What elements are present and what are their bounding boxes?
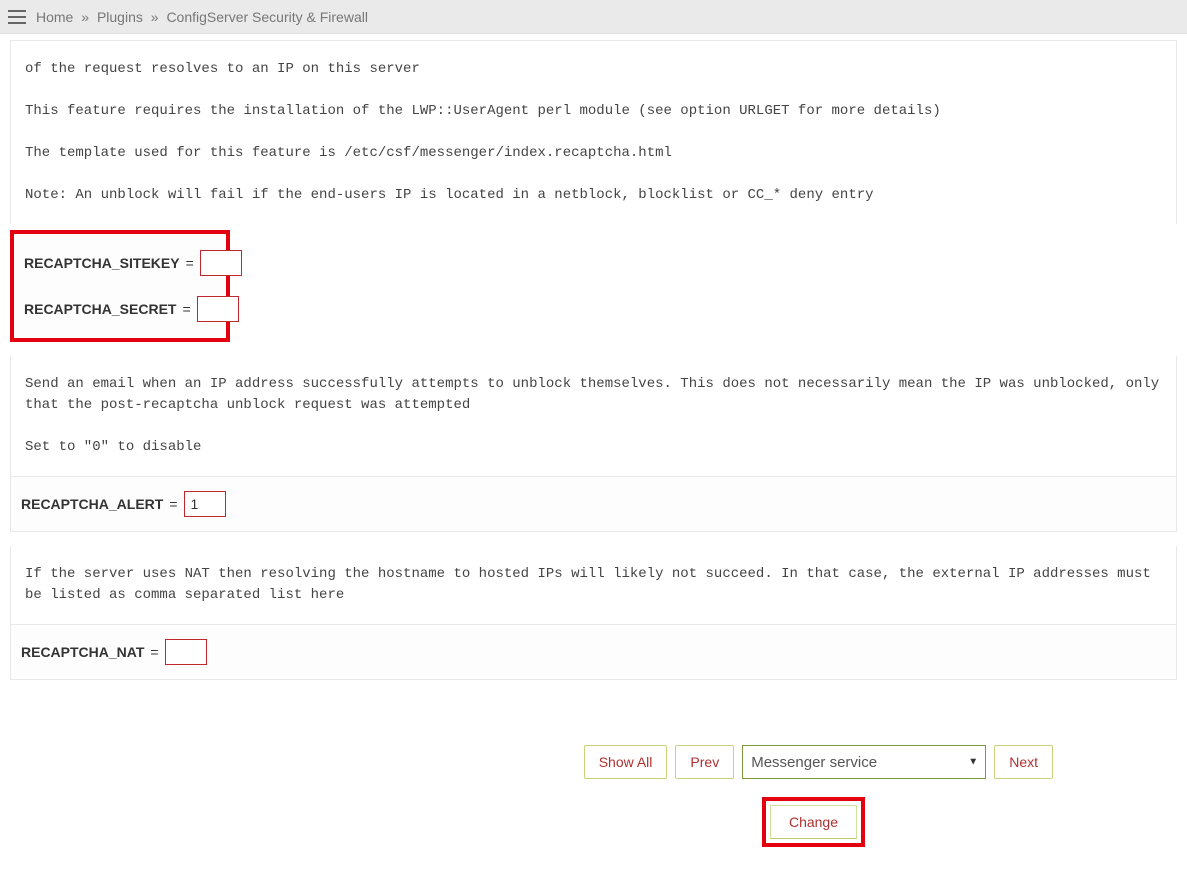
input-recaptcha-secret[interactable] xyxy=(197,296,239,322)
breadcrumb-plugins[interactable]: Plugins xyxy=(97,9,143,25)
field-recaptcha-secret: RECAPTCHA_SECRET = xyxy=(18,286,222,332)
nav-row: Show All Prev Messenger service ▼ Next xyxy=(10,745,1177,779)
input-recaptcha-nat[interactable] xyxy=(165,639,207,665)
breadcrumb-home[interactable]: Home xyxy=(36,9,73,25)
label-recaptcha-nat: RECAPTCHA_NAT xyxy=(21,644,144,660)
label-recaptcha-alert: RECAPTCHA_ALERT xyxy=(21,496,163,512)
input-recaptcha-sitekey[interactable] xyxy=(200,250,242,276)
prev-button[interactable]: Prev xyxy=(675,745,734,779)
content-area: of the request resolves to an IP on this… xyxy=(0,40,1187,887)
desc-recaptcha-alert: Send an email when an IP address success… xyxy=(11,356,1176,477)
section-recaptcha-alert: Send an email when an IP address success… xyxy=(10,356,1177,532)
section-select-wrap: Messenger service ▼ xyxy=(742,745,986,779)
show-all-button[interactable]: Show All xyxy=(584,745,668,779)
breadcrumb-current: ConfigServer Security & Firewall xyxy=(166,9,368,25)
top-bar: Home » Plugins » ConfigServer Security &… xyxy=(0,0,1187,34)
desc-recaptcha-nat: If the server uses NAT then resolving th… xyxy=(11,546,1176,625)
next-button[interactable]: Next xyxy=(994,745,1053,779)
section-select[interactable]: Messenger service xyxy=(742,745,986,779)
label-recaptcha-secret: RECAPTCHA_SECRET xyxy=(24,301,176,317)
desc-recaptcha-keys: of the request resolves to an IP on this… xyxy=(11,41,1176,224)
section-recaptcha-nat: If the server uses NAT then resolving th… xyxy=(10,546,1177,680)
change-row: Change xyxy=(10,797,1177,847)
field-recaptcha-sitekey: RECAPTCHA_SITEKEY = xyxy=(18,240,222,286)
input-recaptcha-alert[interactable] xyxy=(184,491,226,517)
equals-sign: = xyxy=(182,301,190,317)
highlight-recaptcha-keys: RECAPTCHA_SITEKEY = RECAPTCHA_SECRET = xyxy=(10,230,230,342)
equals-sign: = xyxy=(150,644,158,660)
equals-sign: = xyxy=(186,255,194,271)
highlight-change-button: Change xyxy=(762,797,865,847)
label-recaptcha-sitekey: RECAPTCHA_SITEKEY xyxy=(24,255,180,271)
breadcrumb-sep: » xyxy=(81,9,89,25)
field-recaptcha-nat: RECAPTCHA_NAT = xyxy=(11,625,1176,679)
breadcrumb-sep: » xyxy=(151,9,159,25)
equals-sign: = xyxy=(169,496,177,512)
field-recaptcha-alert: RECAPTCHA_ALERT = xyxy=(11,477,1176,531)
breadcrumb: Home » Plugins » ConfigServer Security &… xyxy=(36,9,368,25)
section-recaptcha-keys: of the request resolves to an IP on this… xyxy=(10,40,1177,224)
change-button[interactable]: Change xyxy=(770,805,857,839)
menu-icon[interactable] xyxy=(8,10,26,24)
